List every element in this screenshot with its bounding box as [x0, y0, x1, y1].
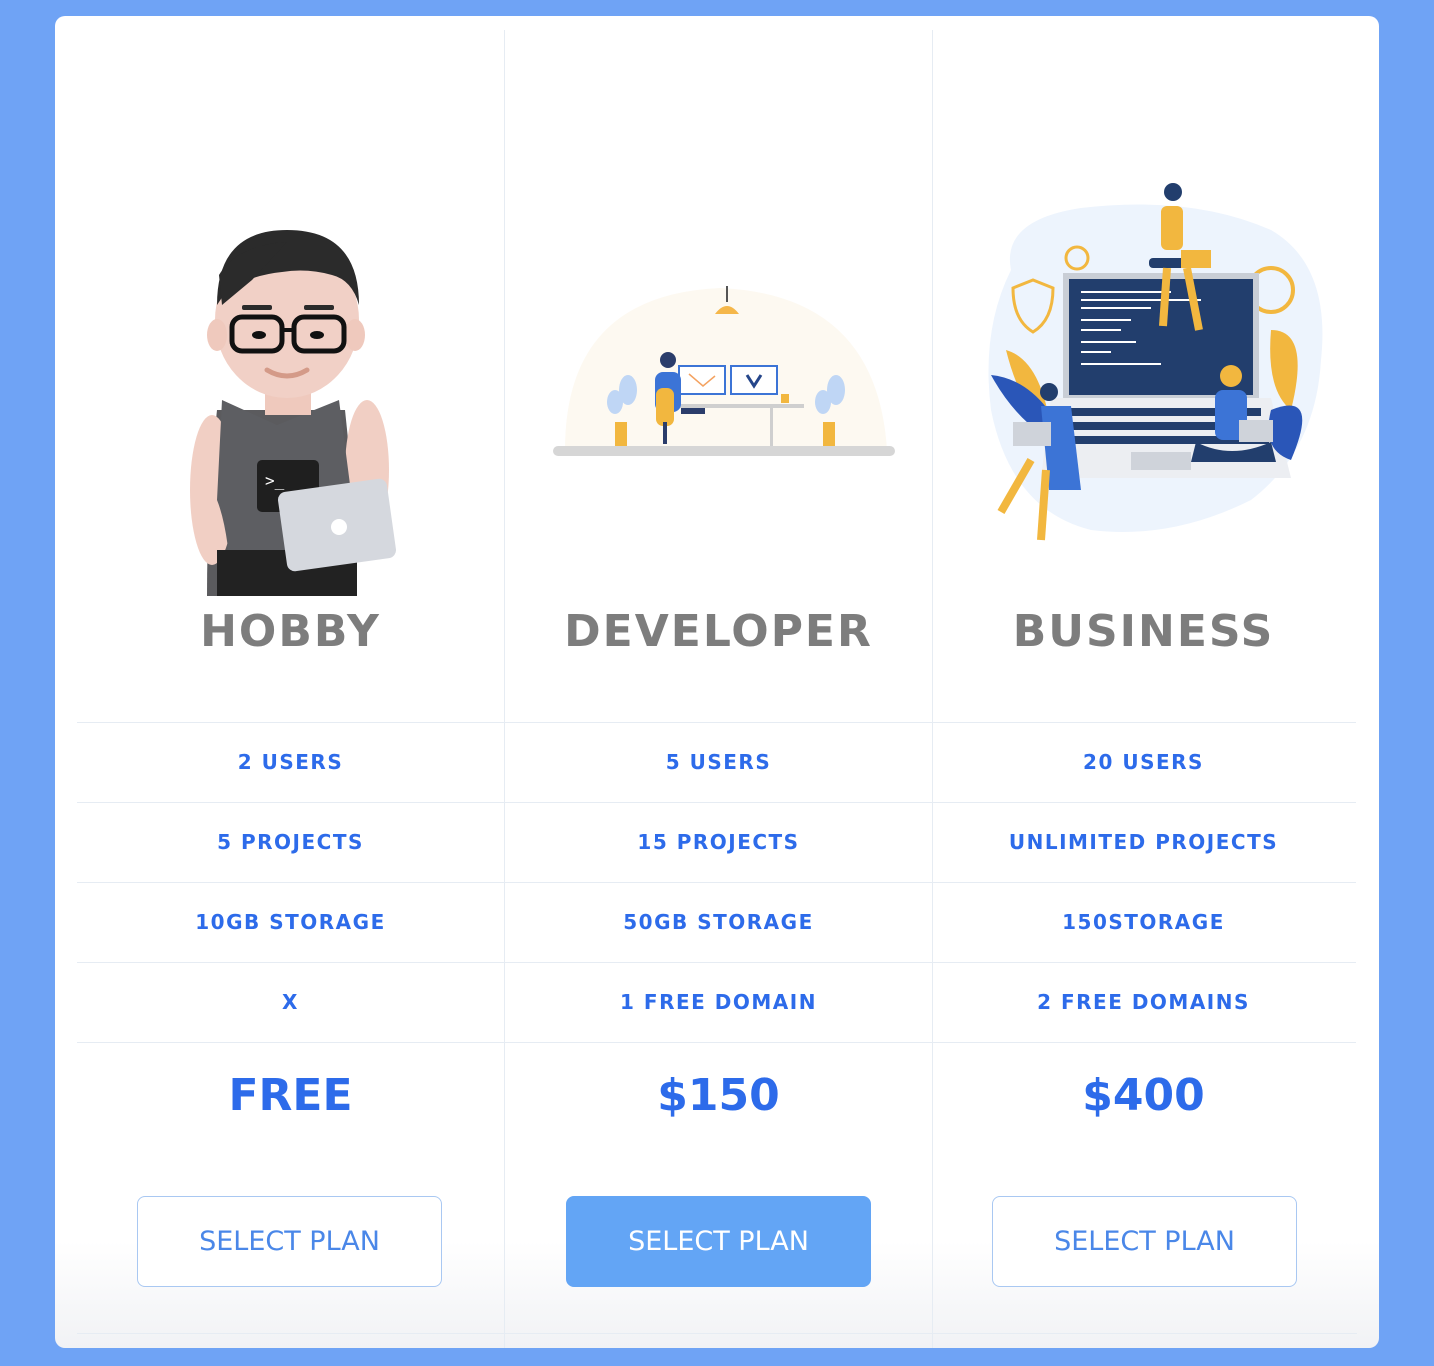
plan-name: HOBBY [200, 606, 381, 657]
select-plan-button-hobby[interactable]: SELECT PLAN [137, 1196, 442, 1287]
team-laptop-icon [988, 183, 1323, 541]
feature-projects: UNLIMITED PROJECTS [931, 803, 1356, 883]
feature-projects: 15 PROJECTS [505, 803, 932, 883]
plan-name: DEVELOPER [564, 606, 873, 657]
feature-domains: 1 FREE DOMAIN [505, 963, 932, 1043]
developer-avatar-icon: >_ [190, 230, 396, 596]
feature-list: 2 USERS 5 PROJECTS 10GB STORAGE X [77, 722, 504, 1043]
plan-price: $150 [657, 1070, 780, 1121]
card-bottom-divider [77, 1333, 1357, 1334]
feature-users: 2 USERS [77, 723, 504, 803]
feature-list: 5 USERS 15 PROJECTS 50GB STORAGE 1 FREE … [505, 722, 932, 1043]
feature-storage: 50GB STORAGE [505, 883, 932, 963]
hobby-illustration: >_ [77, 30, 504, 596]
svg-text:>_: >_ [265, 471, 285, 490]
feature-domains: 2 FREE DOMAINS [931, 963, 1356, 1043]
plan-column-developer: DEVELOPER 5 USERS 15 PROJECTS 50GB STORA… [504, 30, 933, 1348]
developer-illustration [505, 30, 932, 596]
plan-column-business: BUSINESS 20 USERS UNLIMITED PROJECTS 150… [931, 30, 1356, 1348]
feature-projects: 5 PROJECTS [77, 803, 504, 883]
desk-workspace-icon [553, 286, 895, 456]
feature-users: 5 USERS [505, 723, 932, 803]
feature-storage: 150STORAGE [931, 883, 1356, 963]
select-plan-button-developer[interactable]: SELECT PLAN [566, 1196, 871, 1287]
business-illustration [931, 30, 1356, 596]
plan-column-hobby: >_ HOBBY 2 USERS 5 PROJECTS 10GB STORAGE… [77, 30, 504, 1348]
plan-price: $400 [1082, 1070, 1205, 1121]
feature-domains: X [77, 963, 504, 1043]
pricing-card: >_ HOBBY 2 USERS 5 PROJECTS 10GB STORAGE… [55, 16, 1379, 1348]
select-plan-button-business[interactable]: SELECT PLAN [992, 1196, 1297, 1287]
feature-users: 20 USERS [931, 723, 1356, 803]
plan-name: BUSINESS [1012, 606, 1275, 657]
plan-price: FREE [228, 1070, 353, 1121]
feature-list: 20 USERS UNLIMITED PROJECTS 150STORAGE 2… [931, 722, 1356, 1043]
feature-storage: 10GB STORAGE [77, 883, 504, 963]
